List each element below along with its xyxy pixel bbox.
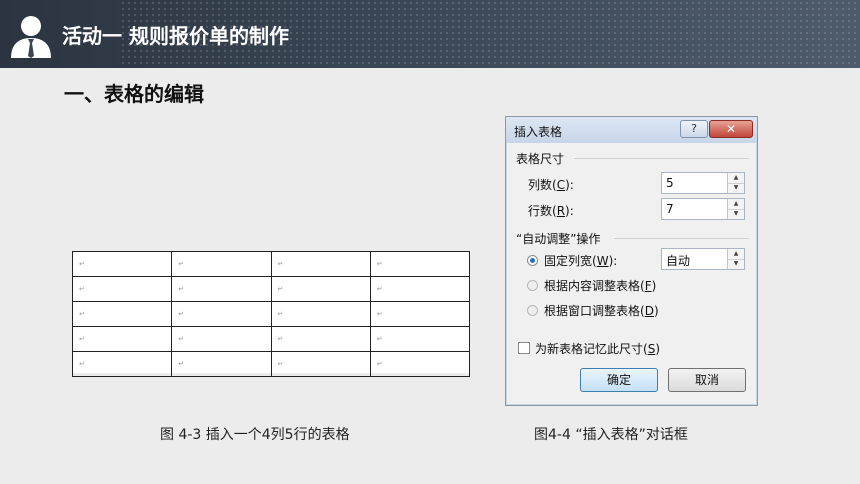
fixed-width-radio[interactable]	[527, 255, 538, 266]
columns-spinner[interactable]: 5 ▲ ▼	[661, 172, 745, 194]
fixed-width-label[interactable]: 固定列宽(W):	[544, 252, 617, 269]
table-cell: ↵	[369, 251, 471, 277]
table-cell: ↵	[171, 276, 272, 302]
table-cell: ↵	[270, 326, 371, 352]
columns-spin-arrows[interactable]: ▲ ▼	[727, 173, 744, 193]
table-cell: ↵	[369, 326, 471, 352]
word-table-preview: ↵ ↵ ↵ ↵ ↵ ↵ ↵ ↵ ↵ ↵ ↵ ↵ ↵ ↵ ↵ ↵ ↵ ↵ ↵ ↵	[71, 251, 471, 377]
table-cell: ↵	[71, 276, 173, 302]
remember-size-label[interactable]: 为新表格记忆此尺寸(S)	[535, 340, 660, 357]
rows-value[interactable]: 7	[666, 202, 674, 216]
close-button[interactable]: ✕	[709, 120, 753, 138]
cancel-button[interactable]: 取消	[668, 368, 746, 392]
group-divider	[614, 238, 749, 239]
table-cell: ↵	[171, 251, 272, 277]
autofit-window-radio[interactable]	[527, 305, 538, 316]
table-cell: ↵	[369, 301, 471, 327]
group-divider	[574, 158, 749, 159]
columns-value[interactable]: 5	[666, 176, 674, 190]
table-cell: ↵	[270, 276, 371, 302]
table-row: ↵ ↵ ↵ ↵	[71, 326, 471, 352]
table-cell: ↵	[171, 301, 272, 327]
ok-button[interactable]: 确定	[580, 368, 658, 392]
person-icon	[11, 16, 51, 58]
columns-label: 列数(C):	[528, 178, 574, 192]
table-cell: ↵	[270, 301, 371, 327]
rows-spin-arrows[interactable]: ▲ ▼	[727, 199, 744, 219]
spin-down-icon[interactable]: ▼	[728, 183, 744, 193]
spin-down-icon[interactable]: ▼	[728, 259, 744, 269]
table-cell: ↵	[71, 251, 173, 277]
table-row: ↵ ↵ ↵ ↵	[71, 276, 471, 302]
table-cell: ↵	[369, 276, 471, 302]
table-cell: ↵	[369, 351, 471, 377]
rows-spinner[interactable]: 7 ▲ ▼	[661, 198, 745, 220]
table-row: ↵ ↵ ↵ ↵	[71, 251, 471, 277]
table-size-group-label: 表格尺寸	[516, 152, 565, 166]
figure-caption-right: 图4-4 “插入表格”对话框	[534, 427, 688, 443]
table-cell: ↵	[171, 326, 272, 352]
dialog-titlebar: 插入表格 ? ✕	[506, 117, 757, 143]
table-cell: ↵	[71, 351, 173, 377]
table-row: ↵ ↵ ↵ ↵	[71, 301, 471, 327]
insert-table-dialog: 插入表格 ? ✕ 表格尺寸 列数(C): 5 ▲ ▼ 行数(R): 7 ▲ ▼ …	[505, 116, 758, 406]
autofit-group-label: “自动调整”操作	[516, 232, 601, 246]
banner-title: 活动一 规则报价单的制作	[62, 24, 289, 48]
table-cell: ↵	[270, 351, 371, 377]
figure-caption-left: 图 4-3 插入一个4列5行的表格	[160, 427, 350, 443]
spin-down-icon[interactable]: ▼	[728, 209, 744, 219]
table-cell: ↵	[71, 301, 173, 327]
autofit-contents-radio[interactable]	[527, 280, 538, 291]
header-banner: 活动一 规则报价单的制作	[0, 0, 860, 68]
table-grid: ↵ ↵ ↵ ↵ ↵ ↵ ↵ ↵ ↵ ↵ ↵ ↵ ↵ ↵ ↵ ↵ ↵ ↵ ↵ ↵	[71, 251, 471, 377]
table-cell: ↵	[171, 351, 272, 377]
column-width-spinner[interactable]: 自动 ▲ ▼	[661, 248, 745, 270]
autofit-window-label[interactable]: 根据窗口调整表格(D)	[544, 302, 659, 319]
table-cell: ↵	[270, 251, 371, 277]
table-row: ↵ ↵ ↵ ↵	[71, 351, 471, 377]
section-title: 一、表格的编辑	[64, 82, 204, 106]
column-width-value[interactable]: 自动	[666, 252, 690, 269]
width-spin-arrows[interactable]: ▲ ▼	[727, 249, 744, 269]
dialog-title: 插入表格	[514, 125, 563, 139]
rows-label: 行数(R):	[528, 204, 574, 218]
help-button[interactable]: ?	[680, 120, 708, 138]
remember-size-checkbox[interactable]	[518, 342, 530, 354]
table-cell: ↵	[71, 326, 173, 352]
autofit-contents-label[interactable]: 根据内容调整表格(F)	[544, 277, 656, 294]
